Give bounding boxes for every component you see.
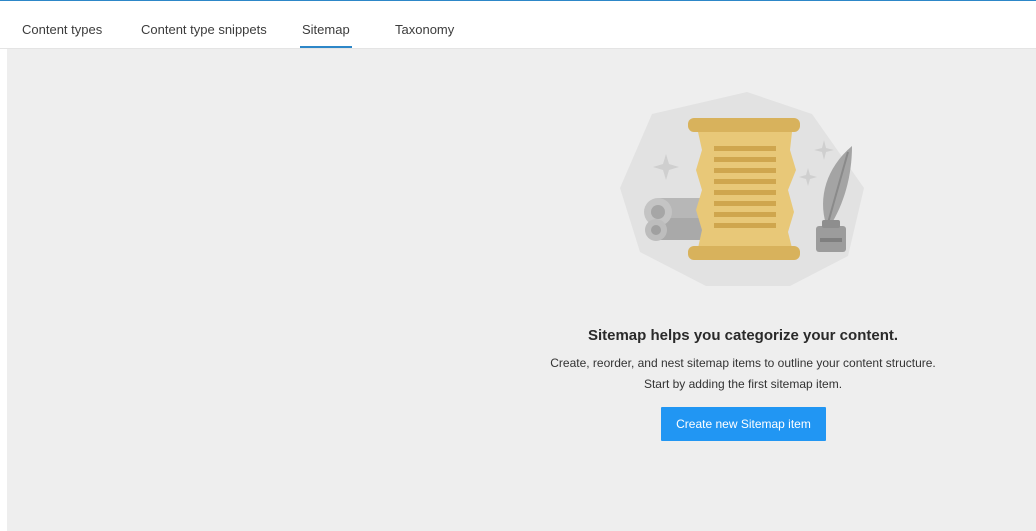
sitemap-empty-canvas <box>7 49 1036 531</box>
tab-content-type-snippets[interactable]: Content type snippets <box>141 1 267 48</box>
empty-state-title: Sitemap helps you categorize your conten… <box>587 327 899 344</box>
empty-state-hint: Start by adding the first sitemap item. <box>643 377 843 391</box>
tab-sitemap[interactable]: Sitemap <box>300 1 352 48</box>
empty-state-description: Create, reorder, and nest sitemap items … <box>550 356 936 370</box>
tab-content-types[interactable]: Content types <box>22 1 102 48</box>
app-frame: Content types Content type snippets Site… <box>0 0 1036 531</box>
parchment-scroll-icon <box>688 118 800 260</box>
create-sitemap-item-button[interactable]: Create new Sitemap item <box>661 407 826 441</box>
tab-taxonomy[interactable]: Taxonomy <box>395 1 454 48</box>
scroll-quill-illustration-icon <box>612 80 872 295</box>
tab-bar: Content types Content type snippets Site… <box>0 1 1036 49</box>
left-gutter <box>0 49 7 531</box>
